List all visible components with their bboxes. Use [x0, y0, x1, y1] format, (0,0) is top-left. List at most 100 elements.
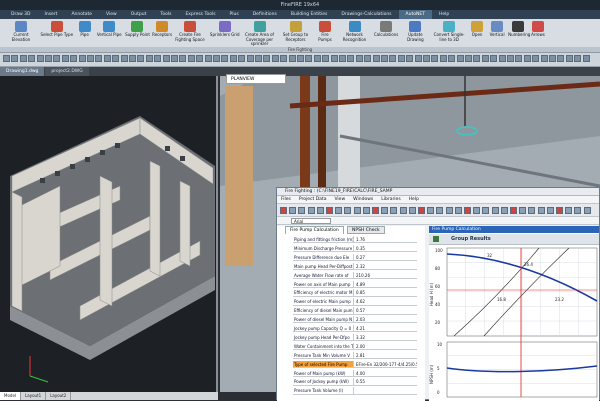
toolbar-tool-icon[interactable]	[255, 55, 262, 62]
ff-tool-icon[interactable]	[445, 207, 453, 214]
ribbon-btn-vertical[interactable]: Vertical	[488, 21, 506, 47]
ff-tool-icon[interactable]	[381, 207, 389, 214]
toolbar-tool-icon[interactable]	[515, 55, 523, 62]
ff-tool-icon[interactable]	[418, 207, 425, 214]
ribbon-tab-definitions[interactable]: Definitions	[246, 10, 284, 19]
toolbar-tool-icon[interactable]	[271, 55, 279, 62]
toolbar-tool-icon[interactable]	[103, 55, 111, 62]
ff-tool-icon[interactable]	[574, 207, 582, 214]
ff-tool-icon[interactable]	[399, 207, 407, 214]
row-value[interactable]	[353, 387, 417, 394]
calc-table-row[interactable]: Jockey pump Head Per-Dfpo 3.32	[293, 333, 417, 342]
row-value[interactable]: 1.76	[353, 236, 417, 243]
row-value[interactable]: 4.89	[353, 280, 417, 287]
toolbar-tool-icon[interactable]	[473, 55, 481, 62]
toolbar-tool-icon[interactable]	[372, 55, 380, 62]
toolbar-tool-icon[interactable]	[162, 55, 170, 62]
toolbar-tool-icon[interactable]	[297, 55, 304, 62]
ff-menu-libraries[interactable]: Libraries	[377, 196, 404, 203]
toolbar-tool-icon[interactable]	[339, 55, 346, 62]
toolbar-tool-icon[interactable]	[397, 55, 405, 62]
calc-table-row[interactable]: Water Containment into the T 2.00	[293, 342, 417, 351]
toolbar-tool-icon[interactable]	[95, 55, 103, 62]
toolbar-tool-icon[interactable]	[171, 55, 178, 62]
ribbon-btn-calculations[interactable]: Calculations	[374, 21, 399, 47]
toolbar-tool-icon[interactable]	[112, 55, 120, 62]
ff-tool-icon[interactable]	[482, 207, 490, 214]
ribbon-tab-building-entities[interactable]: Building Entities	[284, 10, 335, 19]
toolbar-tool-icon[interactable]	[540, 55, 548, 62]
toolbar-tool-icon[interactable]	[129, 55, 136, 62]
row-value[interactable]: 4.21	[353, 325, 417, 332]
calc-table-row[interactable]: Pressure Tank Min Volume V 2.81	[293, 351, 417, 360]
toolbar-tool-icon[interactable]	[381, 55, 388, 62]
ribbon-tab-insert[interactable]: Insert	[38, 10, 65, 19]
toolbar-tool-icon[interactable]	[187, 55, 195, 62]
group-results-button[interactable]: Group Results	[451, 235, 491, 244]
ribbon-tab-plus[interactable]: Plus	[223, 10, 246, 19]
toolbar-tool-icon[interactable]	[221, 55, 229, 62]
row-value[interactable]: EFire-En 32/200-177-4/4.25/0.55	[353, 360, 417, 367]
toolbar-tool-icon[interactable]	[280, 55, 288, 62]
toolbar-tool-icon[interactable]	[246, 55, 254, 62]
ff-tool-icon[interactable]	[390, 207, 398, 214]
layout-tab-layout2[interactable]: Layout2	[46, 392, 72, 400]
toolbar-tool-icon[interactable]	[263, 55, 271, 62]
toolbar-tool-icon[interactable]	[465, 55, 472, 62]
toolbar-tool-icon[interactable]	[137, 55, 145, 62]
ribbon-tab-draw-3d[interactable]: Draw 3D	[4, 10, 38, 19]
calc-table-row[interactable]: Power of electric Main pump 4.62	[293, 298, 417, 306]
calc-table-row[interactable]: Minimum Discharge Pressure 0.35	[293, 244, 417, 253]
calc-table-row[interactable]: Power of diesel Main pump N 2.03	[293, 316, 417, 324]
row-value[interactable]: 2.03	[353, 316, 417, 323]
ribbon-tab-tools[interactable]: Tools	[153, 10, 178, 19]
ff-tool-icon[interactable]	[289, 207, 297, 214]
toolbar-tool-icon[interactable]	[481, 55, 489, 62]
calc-table-row[interactable]: Piping and fittings friction (m) 1.76	[293, 236, 417, 244]
ff-menu-view[interactable]: View	[330, 196, 349, 203]
toolbar-tool-icon[interactable]	[36, 55, 44, 62]
toolbar-tool-icon[interactable]	[70, 55, 78, 62]
row-value[interactable]: 2.32	[353, 262, 417, 270]
toolbar-tool-icon[interactable]	[347, 55, 355, 62]
file-tab-project2[interactable]: project2.DWG	[45, 67, 89, 76]
ff-tool-icon[interactable]	[583, 207, 591, 214]
viewport-3d-model[interactable]	[0, 76, 218, 392]
row-value[interactable]: 0.55	[353, 378, 417, 385]
toolbar-tool-icon[interactable]	[448, 55, 456, 62]
ff-tool-icon[interactable]	[436, 207, 444, 214]
toolbar-tool-icon[interactable]	[145, 55, 153, 62]
toolbar-tool-icon[interactable]	[439, 55, 447, 62]
ff-tool-icon[interactable]	[556, 207, 563, 214]
ff-tool-icon[interactable]	[362, 207, 370, 214]
toolbar-tool-icon[interactable]	[78, 55, 86, 62]
row-value[interactable]: 0.27	[353, 253, 417, 261]
row-value[interactable]: 210.26	[353, 271, 417, 278]
ff-tool-icon[interactable]	[565, 207, 573, 214]
row-value[interactable]: 4.62	[353, 298, 417, 305]
toolbar-tool-icon[interactable]	[179, 55, 187, 62]
calc-table-row[interactable]: Average Water Flow rate of 210.26	[293, 271, 417, 279]
ff-tool-icon[interactable]	[298, 207, 306, 214]
ribbon-btn-vertical-pipe[interactable]: Vertical Pipe	[96, 21, 123, 47]
toolbar-tool-icon[interactable]	[330, 55, 338, 62]
toolbar-tool-icon[interactable]	[229, 55, 237, 62]
ribbon-tab-autonet[interactable]: AutoNET	[398, 10, 432, 19]
row-value[interactable]: 2.81	[353, 351, 417, 359]
toolbar-tool-icon[interactable]	[11, 55, 19, 62]
ff-tool-icon[interactable]	[353, 207, 361, 214]
row-value[interactable]: 0.85	[353, 289, 417, 296]
toolbar-tool-icon[interactable]	[406, 55, 414, 62]
toolbar-tool-icon[interactable]	[322, 55, 330, 62]
row-value[interactable]: 4.00	[353, 369, 417, 376]
toolbar-tool-icon[interactable]	[313, 55, 321, 62]
ff-tool-icon[interactable]	[546, 207, 554, 214]
ribbon-btn-create-area-of-coverage-per-sprinkler[interactable]: Create Area of Coverage per sprinkler	[243, 21, 277, 47]
toolbar-tool-icon[interactable]	[305, 55, 313, 62]
toolbar-tool-icon[interactable]	[87, 55, 94, 62]
toolbar-tool-icon[interactable]	[574, 55, 582, 62]
ribbon-btn-supply-point[interactable]: Supply Point	[125, 21, 150, 47]
ff-tool-icon[interactable]	[427, 207, 435, 214]
toolbar-tool-icon[interactable]	[456, 55, 464, 62]
ribbon-tab-express-tools[interactable]: Express Tools	[178, 10, 222, 19]
